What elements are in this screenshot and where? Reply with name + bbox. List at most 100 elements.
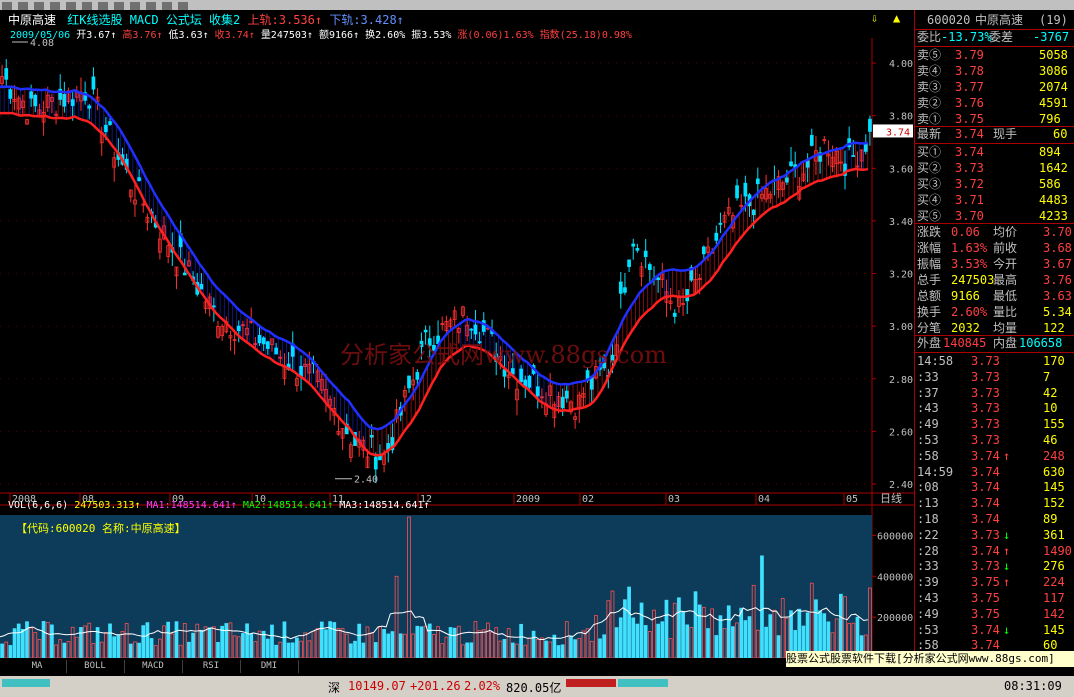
- tool-icon[interactable]: [50, 2, 60, 10]
- ask-row: 卖② 3.76 4591: [915, 95, 1074, 111]
- tool-icon[interactable]: [162, 2, 172, 10]
- volume-bar: [465, 642, 469, 658]
- volume-bar: [452, 627, 457, 658]
- stat-value: 9166: [951, 289, 980, 303]
- volume-bar: [510, 642, 515, 658]
- tick-row: :43 3.75 117: [915, 590, 1074, 606]
- tick-volume: 142: [1043, 606, 1065, 621]
- quote-title-row: 600020 中原高速 (19): [915, 12, 1074, 28]
- volume-bar: [174, 621, 179, 658]
- tick-row: :33 3.73 7: [915, 369, 1074, 385]
- time-tick-label: 2009: [516, 494, 540, 505]
- candle-body: [868, 118, 872, 132]
- volume-bar: [382, 629, 386, 658]
- upper-band-label: 上轨:3.536↑: [247, 13, 323, 27]
- vol-code-label: 【代码:600020 名称:中原高速】: [16, 522, 186, 535]
- stat-row: 分笔 2032 均量 122: [915, 320, 1074, 336]
- tool-icon[interactable]: [34, 2, 44, 10]
- stat-value: 247503: [951, 273, 995, 287]
- tool-icon[interactable]: [98, 2, 108, 10]
- vol-value: 247503.313↑: [74, 500, 141, 511]
- vol-ma3: MA3:148514.641↑: [339, 500, 430, 511]
- volume-bar: [207, 627, 212, 658]
- candle-body: [527, 375, 532, 388]
- tick-price: 3.74: [971, 512, 1000, 526]
- stat-row: 振幅 3.53% 今开 3.67: [915, 256, 1074, 272]
- tick-time: :53: [917, 622, 939, 637]
- tick-arrow: ↓: [1003, 527, 1011, 542]
- volume-bar: [137, 642, 141, 658]
- stat-value: 0.06: [951, 225, 980, 239]
- tick-price: 3.73: [971, 354, 1000, 368]
- tick-arrow: ↓: [1003, 622, 1011, 637]
- tick-time: 14:58: [917, 354, 954, 368]
- stat-label-2: 前收: [993, 241, 1018, 255]
- stat-label-2: 均量: [993, 321, 1018, 335]
- volume-bar: [627, 586, 631, 658]
- clock: 08:31:09: [1004, 679, 1062, 693]
- tool-icon[interactable]: [2, 2, 12, 10]
- ask-row: 卖④ 3.78 3086: [915, 63, 1074, 79]
- ask-row: 卖① 3.75 796: [915, 111, 1074, 127]
- scroll-up-icon[interactable]: ▲: [893, 11, 900, 25]
- lower-band-line: [0, 111, 868, 457]
- tool-icon[interactable]: [178, 2, 188, 10]
- tool-icon[interactable]: [66, 2, 76, 10]
- volume-bar: [50, 624, 54, 658]
- ask-label: 卖③: [917, 80, 942, 94]
- volume-bar: [598, 638, 602, 658]
- indicator-menu[interactable]: 红K线选股 MACD 公式坛 收集2: [67, 13, 240, 27]
- low-marker: 2.40: [354, 475, 378, 486]
- tick-volume: 155: [1043, 417, 1065, 432]
- tick-volume: 248: [1043, 448, 1065, 463]
- candle-body: [87, 105, 92, 109]
- tool-icon[interactable]: [18, 2, 28, 10]
- candle-body: [182, 272, 187, 276]
- bid-row: 买⑤ 3.70 4233: [915, 208, 1074, 224]
- tick-price: 3.73: [971, 559, 1000, 574]
- volume-bar: [0, 643, 4, 658]
- tool-icon[interactable]: [82, 2, 92, 10]
- volume-bar: [569, 636, 573, 658]
- tick-price: 3.75: [971, 575, 1000, 590]
- volume-bar: [324, 629, 328, 658]
- volume-bar: [265, 638, 270, 658]
- tab-macd[interactable]: MACD: [124, 660, 183, 673]
- candle-body: [373, 456, 378, 470]
- ask-price: 3.79: [955, 48, 984, 62]
- pin-icon[interactable]: ⇩: [871, 11, 878, 25]
- tick-volume: 1490: [1043, 543, 1072, 558]
- candle-body: [805, 160, 810, 168]
- price-tick-label: 2.40: [889, 480, 913, 491]
- stat-value-2: 3.68: [1043, 241, 1072, 255]
- candle-body: [863, 143, 868, 152]
- tab-dmi[interactable]: DMI: [240, 660, 299, 673]
- row-count: (19): [1039, 13, 1068, 27]
- volume-bar: [614, 627, 619, 658]
- weicha-label: 委差: [989, 30, 1014, 44]
- chart-area[interactable]: 中原高速 红K线选股 MACD 公式坛 收集2 上轨:3.536↑ 下轨:3.4…: [0, 10, 915, 658]
- tool-icon[interactable]: [114, 2, 124, 10]
- bid-price: 3.73: [955, 161, 984, 175]
- tab-ma[interactable]: MA: [8, 660, 67, 673]
- candle-body: [369, 435, 374, 438]
- ad-banner[interactable]: 股票公式股票软件下载[分析家公式网www.88gs.com]: [786, 651, 1074, 667]
- volume-bar: [357, 623, 362, 658]
- volume-bar: [639, 602, 644, 658]
- bid-volume: 586: [1039, 177, 1061, 191]
- tool-icon[interactable]: [146, 2, 156, 10]
- tool-icon[interactable]: [130, 2, 140, 10]
- volume-bar: [187, 641, 191, 658]
- volume-bar: [261, 630, 266, 658]
- volume-bar: [145, 622, 150, 658]
- price-tick-label: 2.80: [889, 375, 913, 386]
- stat-value-2: 3.76: [1043, 273, 1072, 287]
- candle-body: [274, 347, 278, 355]
- tab-rsi[interactable]: RSI: [182, 660, 241, 673]
- volume-bar: [216, 642, 220, 658]
- tick-time: :58: [917, 448, 939, 463]
- tab-boll[interactable]: BOLL: [66, 660, 125, 673]
- candle-body: [785, 177, 789, 183]
- tick-price: 3.73: [971, 417, 1000, 432]
- bid-volume: 4233: [1039, 209, 1068, 223]
